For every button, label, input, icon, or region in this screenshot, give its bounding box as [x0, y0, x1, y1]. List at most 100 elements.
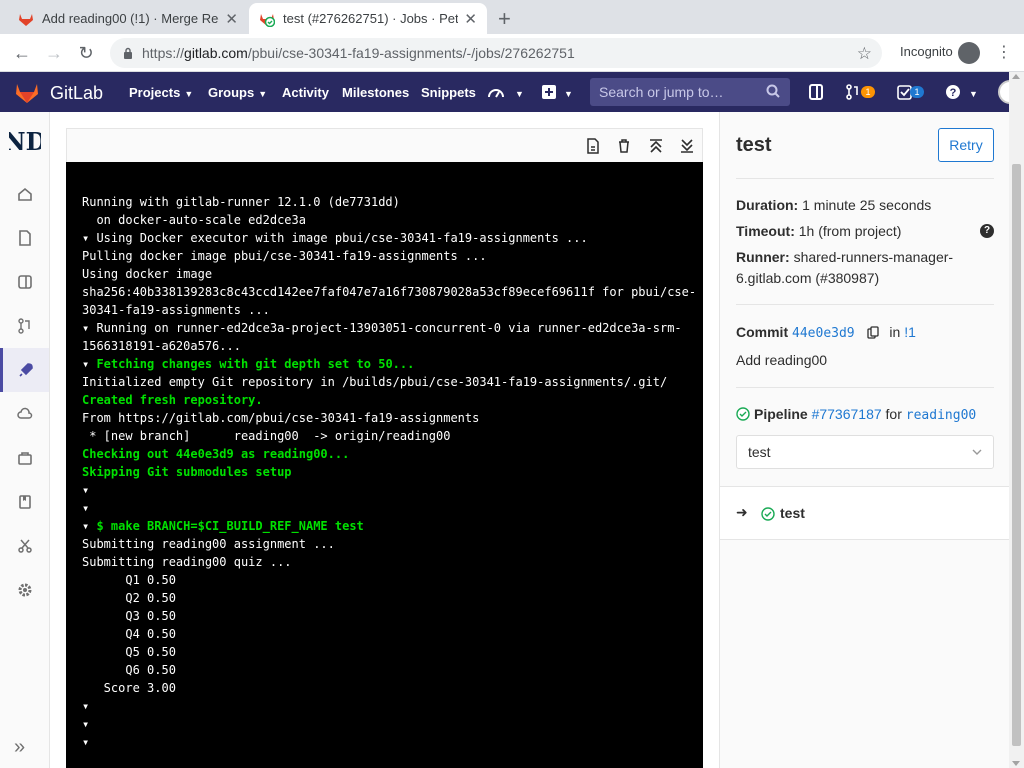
sidebar-item-wiki[interactable]	[0, 480, 49, 524]
pipeline-for: for	[885, 406, 902, 422]
scroll-down-icon[interactable]	[1012, 761, 1020, 766]
help-icon[interactable]: ?	[944, 83, 962, 101]
log-section-line[interactable]: ▾ Running on runner-ed2dce3a-project-139…	[82, 319, 687, 337]
scroll-up-icon[interactable]	[1012, 74, 1020, 79]
timeout-help-icon[interactable]: ?	[980, 224, 994, 238]
search-icon	[766, 84, 780, 98]
close-tab-icon[interactable]: ✕	[225, 10, 238, 28]
log-line: Q4 0.50	[82, 625, 687, 643]
browser-menu-icon[interactable]: ⋮	[996, 42, 1012, 62]
caret-down-icon[interactable]: ▾	[82, 519, 96, 533]
sidebar-item-ci-cd[interactable]	[0, 348, 49, 392]
divider	[736, 178, 994, 179]
copy-icon[interactable]	[866, 326, 880, 339]
nav-snippets[interactable]: Snippets	[421, 85, 476, 100]
issues-sidebar-icon[interactable]	[807, 83, 825, 101]
branch-link[interactable]: reading00	[906, 408, 976, 423]
log-line: Q3 0.50	[82, 607, 687, 625]
log-section-line[interactable]: ▾ $ make BRANCH=$CI_BUILD_REF_NAME test	[82, 517, 687, 535]
caret-down-icon[interactable]: ▾	[82, 717, 96, 731]
caret-down-icon[interactable]: ▾	[82, 699, 96, 713]
forward-icon[interactable]: →	[43, 42, 65, 64]
log-section-line[interactable]: ▾	[82, 733, 687, 751]
notre-dame-logo-icon[interactable]: ND	[9, 126, 41, 156]
raw-log-icon[interactable]	[585, 138, 601, 154]
browser-tab-title: test (#276262751) · Jobs · Peter Bui	[283, 11, 459, 26]
plus-square-icon[interactable]	[540, 83, 558, 101]
log-text: Q1 0.50	[82, 573, 176, 587]
log-line: on docker-auto-scale ed2dce3a	[82, 211, 687, 229]
incognito-icon[interactable]	[958, 42, 980, 64]
log-section-line[interactable]: ▾	[82, 715, 687, 733]
browser-tab-job[interactable]: test (#276262751) · Jobs · Peter Bui ✕	[249, 3, 487, 34]
chevron-down-icon[interactable]: ▼	[511, 85, 524, 100]
url-host: gitlab.com	[184, 45, 248, 61]
nav-projects[interactable]: Projects ▼	[129, 85, 193, 100]
gear-icon	[18, 583, 31, 597]
chevron-down-icon[interactable]: ▼	[560, 85, 573, 100]
log-text: Running on runner-ed2dce3a-project-13903…	[96, 321, 682, 335]
browser-tab-merge-request[interactable]: Add reading00 (!1) · Merge Requests ✕	[8, 3, 248, 34]
runner-value: shared-runners-manager-	[793, 249, 954, 265]
scroll-top-icon[interactable]	[648, 138, 664, 154]
svg-text:ND: ND	[9, 127, 41, 156]
nav-projects-label: Projects	[129, 85, 181, 100]
commit-sha-link[interactable]: 44e0e3d9	[792, 326, 855, 341]
sidebar-item-packages[interactable]	[0, 436, 49, 480]
caret-down-icon[interactable]: ▾	[82, 735, 96, 749]
nav-activity[interactable]: Activity	[282, 85, 329, 100]
sidebar-item-project[interactable]	[0, 172, 49, 216]
erase-log-icon[interactable]	[616, 138, 632, 154]
sidebar-item-merge-requests[interactable]	[0, 304, 49, 348]
dashboard-gauge-icon[interactable]	[487, 83, 505, 101]
log-section-line[interactable]: ▾	[82, 499, 687, 517]
log-text: Score 3.00	[82, 681, 176, 695]
new-tab-icon[interactable]: +	[498, 6, 511, 32]
pipeline-link[interactable]: #77367187	[812, 406, 882, 422]
caret-down-icon[interactable]: ▾	[82, 501, 96, 515]
scrollbar-thumb[interactable]	[1012, 164, 1021, 746]
chevron-down-icon: ▼	[184, 89, 194, 99]
chevron-down-icon[interactable]: ▼	[965, 85, 978, 100]
log-section-line[interactable]: ▾	[82, 481, 687, 499]
reload-icon[interactable]: ↻	[75, 42, 97, 64]
sidebar-item-settings[interactable]	[0, 568, 49, 612]
caret-down-icon[interactable]: ▾	[82, 231, 96, 245]
gitlab-header: GitLab Projects ▼ Groups ▼ Activity Milest…	[0, 72, 1024, 112]
sidebar-item-snippets[interactable]	[0, 524, 49, 568]
nav-milestones[interactable]: Milestones	[342, 85, 409, 100]
page-scrollbar[interactable]	[1009, 72, 1024, 768]
log-section-line[interactable]: ▾	[82, 697, 687, 715]
address-bar[interactable]: https://gitlab.com/pbui/cse-30341-fa19-a…	[110, 38, 882, 68]
merge-request-link[interactable]: !1	[904, 324, 916, 340]
job-list-item[interactable]: ➜ test	[720, 486, 1010, 540]
sidebar-item-issues[interactable]	[0, 260, 49, 304]
search-input[interactable]: Search or jump to…	[590, 78, 790, 106]
log-text: Q4 0.50	[82, 627, 176, 641]
success-status-icon	[736, 407, 750, 421]
stage-dropdown[interactable]: test	[736, 435, 994, 469]
gitlab-brand[interactable]: GitLab	[50, 83, 103, 104]
gitlab-logo-icon[interactable]	[14, 80, 40, 104]
close-tab-icon[interactable]: ✕	[464, 10, 477, 28]
url-scheme: https://	[142, 45, 185, 61]
log-line: Q5 0.50	[82, 643, 687, 661]
divider	[736, 304, 994, 305]
sidebar-item-repository[interactable]	[0, 216, 49, 260]
log-line: * [new branch] reading00 -> origin/readi…	[82, 427, 687, 445]
log-section-line[interactable]: ▾ Using Docker executor with image pbui/…	[82, 229, 687, 247]
retry-button[interactable]: Retry	[938, 128, 994, 162]
nav-groups[interactable]: Groups ▼	[208, 85, 267, 100]
caret-down-icon[interactable]: ▾	[82, 357, 96, 371]
log-line: Created fresh repository.	[82, 391, 687, 409]
caret-down-icon[interactable]: ▾	[82, 483, 96, 497]
stage-dropdown-value: test	[748, 444, 771, 460]
scroll-bottom-icon[interactable]	[679, 138, 695, 154]
collapse-sidebar-icon[interactable]: »	[14, 736, 25, 759]
back-icon[interactable]: ←	[11, 42, 33, 64]
sidebar-item-operations[interactable]	[0, 392, 49, 436]
success-status-icon	[761, 507, 775, 521]
caret-down-icon[interactable]: ▾	[82, 321, 96, 335]
bookmark-star-icon[interactable]: ☆	[857, 44, 872, 64]
log-section-line[interactable]: ▾ Fetching changes with git depth set to…	[82, 355, 687, 373]
